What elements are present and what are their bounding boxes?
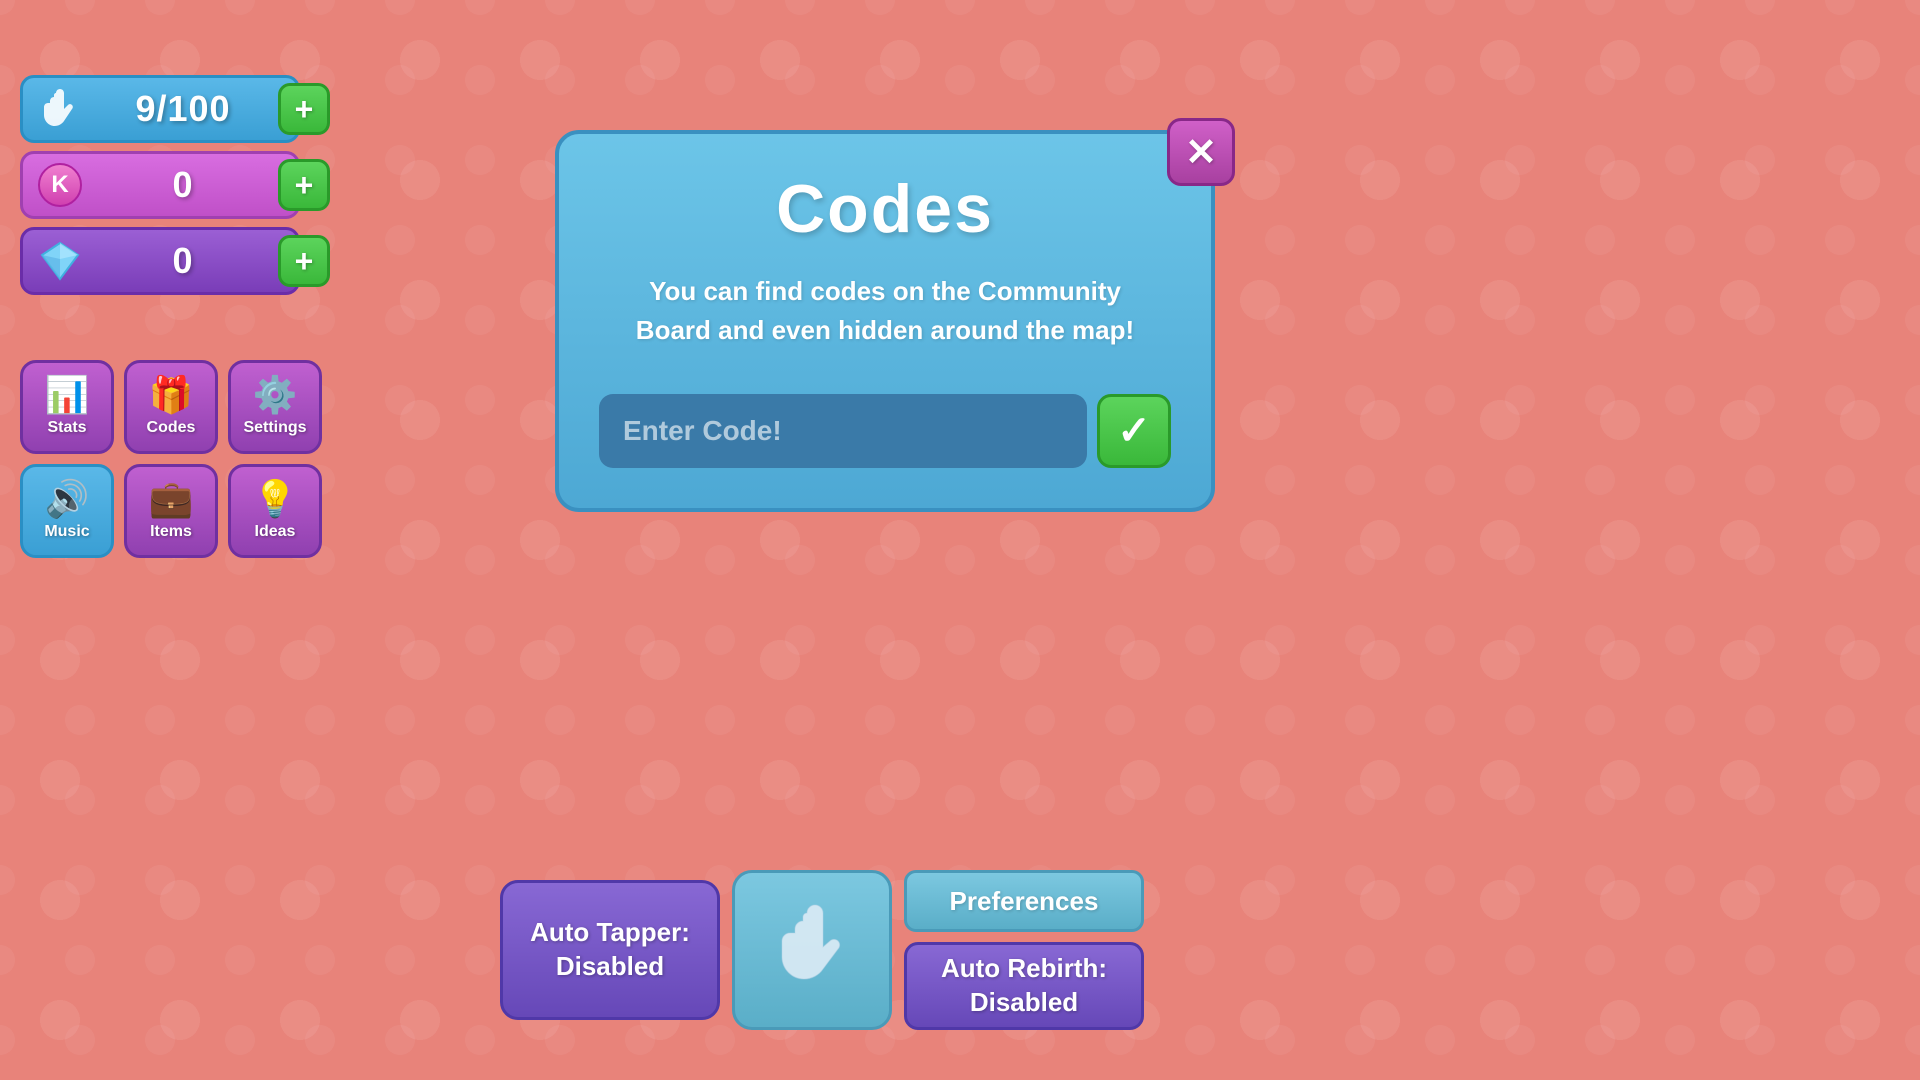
auto-tapper-label: Auto Tapper:Disabled <box>530 916 690 984</box>
modal-title: Codes <box>776 170 994 248</box>
code-submit-button[interactable]: ✓ <box>1097 394 1171 468</box>
close-icon: ✕ <box>1185 130 1217 175</box>
code-input-row: ✓ <box>599 394 1171 468</box>
auto-tapper-button[interactable]: Auto Tapper:Disabled <box>500 880 720 1020</box>
close-button[interactable]: ✕ <box>1167 118 1235 186</box>
preferences-button[interactable]: Preferences <box>904 870 1144 932</box>
checkmark-icon: ✓ <box>1117 408 1151 454</box>
bottom-bar: Auto Tapper:Disabled Preferences Auto Re… <box>500 870 1144 1030</box>
modal-description: You can find codes on the Community Boar… <box>599 272 1171 350</box>
auto-rebirth-button[interactable]: Auto Rebirth:Disabled <box>904 942 1144 1030</box>
auto-rebirth-label: Auto Rebirth:Disabled <box>941 952 1107 1020</box>
codes-modal: Codes You can find codes on the Communit… <box>555 130 1215 512</box>
hand-tap-icon <box>762 895 862 1005</box>
code-input[interactable] <box>599 394 1087 468</box>
preferences-label: Preferences <box>950 886 1099 917</box>
tap-icon-button[interactable] <box>732 870 892 1030</box>
preferences-column: Preferences Auto Rebirth:Disabled <box>904 870 1144 1030</box>
